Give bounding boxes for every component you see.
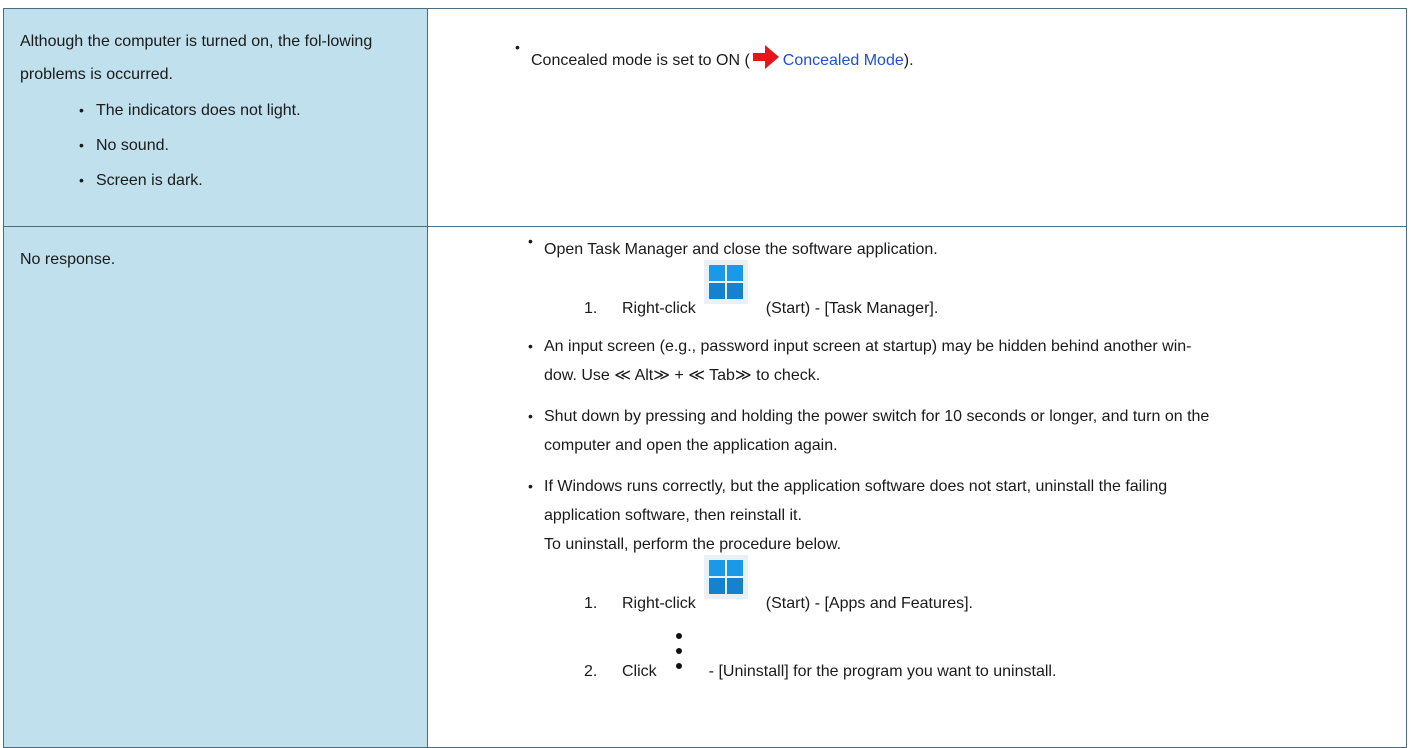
list-item: No sound. [4, 128, 427, 163]
concealed-suffix: ). [903, 52, 914, 69]
item-line: To uninstall, perform the procedure belo… [544, 536, 842, 553]
list-item: Screen is dark. [4, 163, 427, 198]
problem-text: No response. [20, 251, 116, 268]
step-text-after: (Start) - [Task Manager]. [765, 300, 939, 317]
table-row: No response. Open Task Manager and close… [3, 226, 1407, 748]
table-row: Although the computer is turned on, the … [3, 8, 1407, 227]
step-text-before: Click [622, 663, 657, 680]
step-number: 1. [584, 595, 598, 612]
step-text-before: Right-click [622, 300, 696, 317]
step-text-before: Right-click [622, 595, 696, 612]
item-line: If Windows runs correctly, but the appli… [544, 478, 1168, 495]
list-item: If Windows runs correctly, but the appli… [428, 472, 1390, 683]
windows-start-icon [703, 555, 748, 599]
bullet: • [515, 39, 520, 55]
item-line: An input screen (e.g., password input sc… [544, 338, 1192, 355]
item-line: application software, then reinstall it. [544, 507, 802, 524]
solution-cell: • Concealed mode is set to ON ( Concealed… [427, 8, 1407, 227]
item-line: computer and open the application again. [544, 437, 838, 454]
symptom-list: The indicators does not light. No sound.… [4, 93, 427, 198]
troubleshooting-table: Although the computer is turned on, the … [3, 8, 1407, 748]
concealed-mode-link[interactable]: Concealed Mode [783, 52, 904, 69]
list-item: Open Task Manager and close the software… [428, 227, 1390, 320]
step-number: 1. [584, 300, 598, 317]
problem-cell: No response. [3, 226, 428, 748]
concealed-mode-item: • Concealed mode is set to ON ( Concealed… [428, 9, 1406, 73]
solution-list: Open Task Manager and close the software… [428, 227, 1406, 683]
item-text: Open Task Manager and close the software… [544, 241, 938, 258]
problem-cell: Although the computer is turned on, the … [3, 8, 428, 227]
step-item: 1. Right-click (Start) - [Apps and Featu… [544, 555, 1390, 615]
list-item: Shut down by pressing and holding the po… [428, 402, 1390, 460]
list-item: An input screen (e.g., password input sc… [428, 332, 1390, 390]
step-item: 2. Click - [Uninstall] for the program y… [544, 627, 1390, 683]
step-number: 2. [584, 663, 598, 680]
step-text-after: - [Uninstall] for the program you want t… [708, 663, 1057, 680]
windows-start-icon [703, 260, 748, 304]
problem-text: Although the computer is turned on, the … [20, 33, 373, 83]
concealed-prefix: Concealed mode is set to ON ( [531, 52, 750, 69]
step-item: 1. Right-click (Start) - [Task Manager]. [544, 260, 1390, 320]
item-line: Shut down by pressing and holding the po… [544, 408, 1210, 425]
step-text-after: (Start) - [Apps and Features]. [765, 595, 973, 612]
item-line: dow. Use ≪ Alt≫ + ≪ Tab≫ to check. [544, 367, 821, 384]
red-arrow-icon [752, 45, 779, 69]
more-options-icon [675, 633, 682, 669]
solution-cell: Open Task Manager and close the software… [427, 226, 1407, 748]
list-item: The indicators does not light. [4, 93, 427, 128]
